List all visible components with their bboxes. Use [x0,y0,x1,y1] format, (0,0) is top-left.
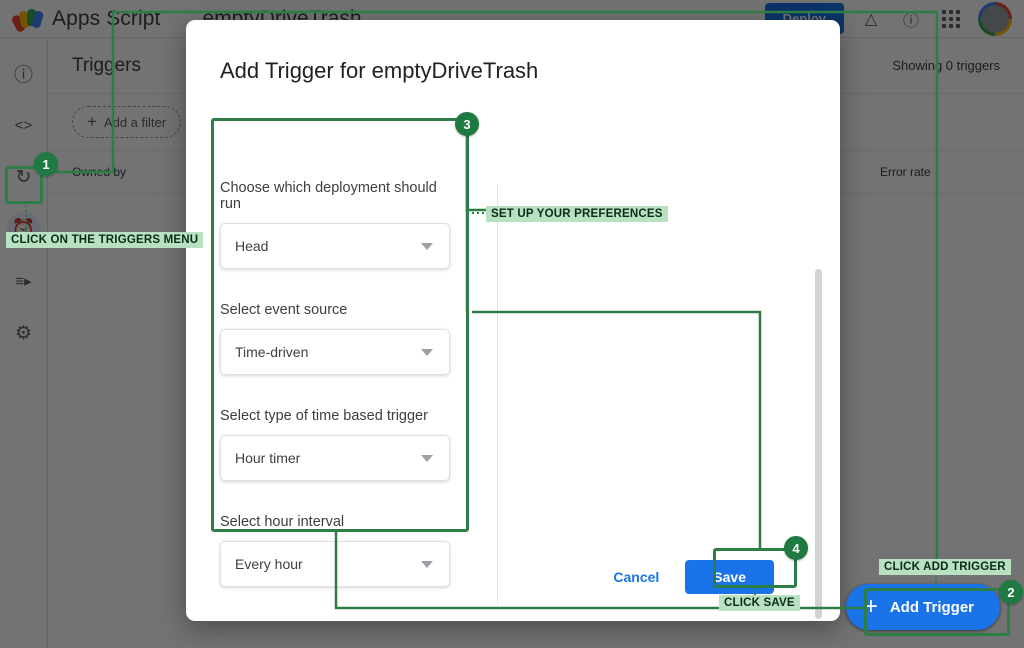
hour-interval-label: Select hour interval [220,514,450,530]
deployment-label: Choose which deployment should run [220,180,450,212]
dialog-body: Choose which deployment should run Head … [186,84,840,554]
screenshot-root: Apps Script emptyDriveTrash Deploy △ ⓘ ⓘ… [0,0,1024,648]
dialog-footer: Cancel Save [186,533,840,621]
add-trigger-label: Add Trigger [890,599,974,616]
cancel-button[interactable]: Cancel [613,569,659,585]
trigger-type-select[interactable]: Hour timer [220,435,450,481]
plus-icon: + [864,595,878,619]
dialog-title: Add Trigger for emptyDriveTrash [186,20,840,84]
add-trigger-button-top[interactable]: + Add Trigger [846,584,1000,630]
chevron-down-icon [421,243,433,250]
add-trigger-dialog: Add Trigger for emptyDriveTrash Choose w… [186,20,840,621]
event-source-select[interactable]: Time-driven [220,329,450,375]
event-source-label: Select event source [220,302,450,318]
trigger-type-label: Select type of time based trigger [220,408,450,424]
deployment-select[interactable]: Head [220,223,450,269]
chevron-down-icon [421,455,433,462]
trigger-type-value: Hour timer [235,450,300,466]
chevron-down-icon [421,349,433,356]
save-button[interactable]: Save [685,560,774,594]
event-source-value: Time-driven [235,344,308,360]
deployment-value: Head [235,238,268,254]
